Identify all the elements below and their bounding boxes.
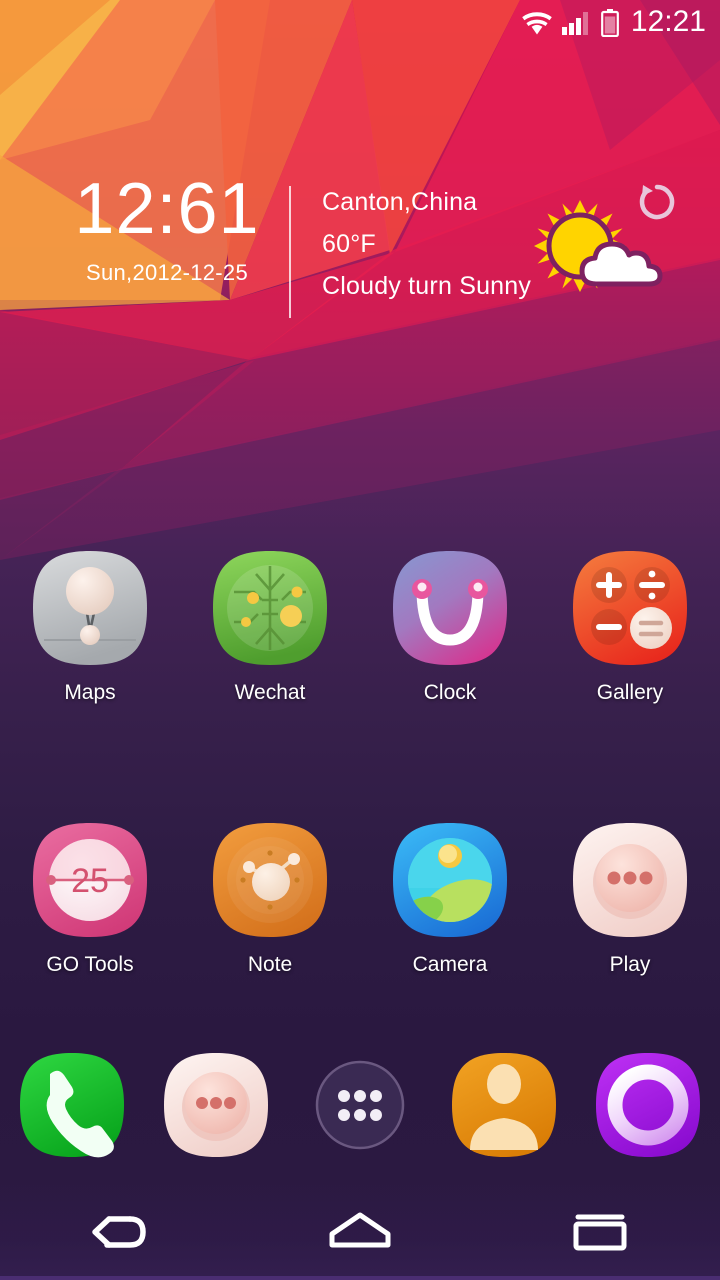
clock-icon	[393, 551, 507, 665]
app-label: Wechat	[234, 681, 306, 704]
app-label: Play	[609, 953, 651, 976]
dock-item-phone[interactable]	[0, 1050, 144, 1160]
messaging-icon	[164, 1053, 268, 1157]
status-bar-time: 12:21	[630, 5, 706, 38]
clock-widget[interactable]: 12:61 Sun,2012-12-25	[52, 170, 282, 286]
nav-button-recents[interactable]	[480, 1209, 720, 1255]
app-grid: Maps Wechat Clock Gallery 25 GO Tools No…	[0, 548, 720, 977]
dock-item-app-drawer[interactable]	[288, 1060, 432, 1150]
app-icon-gallery[interactable]: Gallery	[540, 548, 720, 705]
row-spacer	[0, 705, 720, 820]
app-label: Camera	[412, 953, 488, 976]
svg-text:25: 25	[71, 862, 109, 900]
clock-date: Sun,2012-12-25	[86, 260, 248, 285]
app-label: Clock	[423, 681, 477, 704]
navigation-bar	[0, 1184, 720, 1280]
nav-button-back[interactable]	[0, 1209, 240, 1255]
contacts-icon	[452, 1053, 556, 1157]
app-label: GO Tools	[46, 953, 134, 976]
app-icon-camera[interactable]: Camera	[360, 820, 540, 977]
dock-item-messaging[interactable]	[144, 1050, 288, 1160]
widget-divider	[289, 186, 291, 318]
app-row: Maps Wechat Clock Gallery	[0, 548, 720, 705]
gallery-icon	[573, 551, 687, 665]
recents-icon	[573, 1214, 627, 1251]
wechat-icon	[213, 551, 327, 665]
weather-temperature: 60°F	[322, 230, 376, 258]
clock-time: 12:61	[74, 169, 260, 249]
app-label: Note	[247, 953, 293, 976]
dock-item-browser[interactable]	[576, 1050, 720, 1160]
wifi-icon	[522, 12, 552, 35]
play-icon	[573, 823, 687, 937]
status-bar[interactable]: 12:21	[0, 0, 720, 46]
app-icon-wechat[interactable]: Wechat	[180, 548, 360, 705]
app-row: 25 GO Tools Note Camera Play	[0, 820, 720, 977]
clock-weather-widget[interactable]: 12:61 Sun,2012-12-25 Canton,China 60°F C…	[0, 170, 720, 335]
app-drawer-icon	[315, 1060, 405, 1150]
maps-icon	[33, 551, 147, 665]
dock	[0, 1046, 720, 1164]
dock-item-contacts[interactable]	[432, 1050, 576, 1160]
weather-condition: Cloudy turn Sunny	[322, 272, 532, 300]
nav-button-home[interactable]	[240, 1209, 480, 1255]
go-tools-icon: 25	[33, 823, 147, 937]
camera-icon	[393, 823, 507, 937]
weather-widget[interactable]: Canton,China 60°F Cloudy turn Sunny	[322, 181, 552, 307]
nav-bar-underline	[0, 1276, 720, 1280]
note-icon	[213, 823, 327, 937]
battery-icon	[601, 9, 619, 37]
app-label: Maps	[64, 681, 116, 704]
app-icon-go-tools[interactable]: 25 GO Tools	[0, 820, 180, 977]
app-icon-clock[interactable]: Clock	[360, 548, 540, 705]
signal-icon	[561, 12, 588, 35]
app-icon-maps[interactable]: Maps	[0, 548, 180, 705]
phone-icon	[20, 1053, 124, 1158]
back-arrow-icon	[92, 1216, 146, 1248]
weather-location: Canton,China	[322, 188, 478, 216]
browser-icon	[596, 1053, 700, 1157]
home-icon	[329, 1212, 391, 1248]
app-icon-note[interactable]: Note	[180, 820, 360, 977]
app-icon-play[interactable]: Play	[540, 820, 720, 977]
app-label: Gallery	[596, 681, 664, 704]
